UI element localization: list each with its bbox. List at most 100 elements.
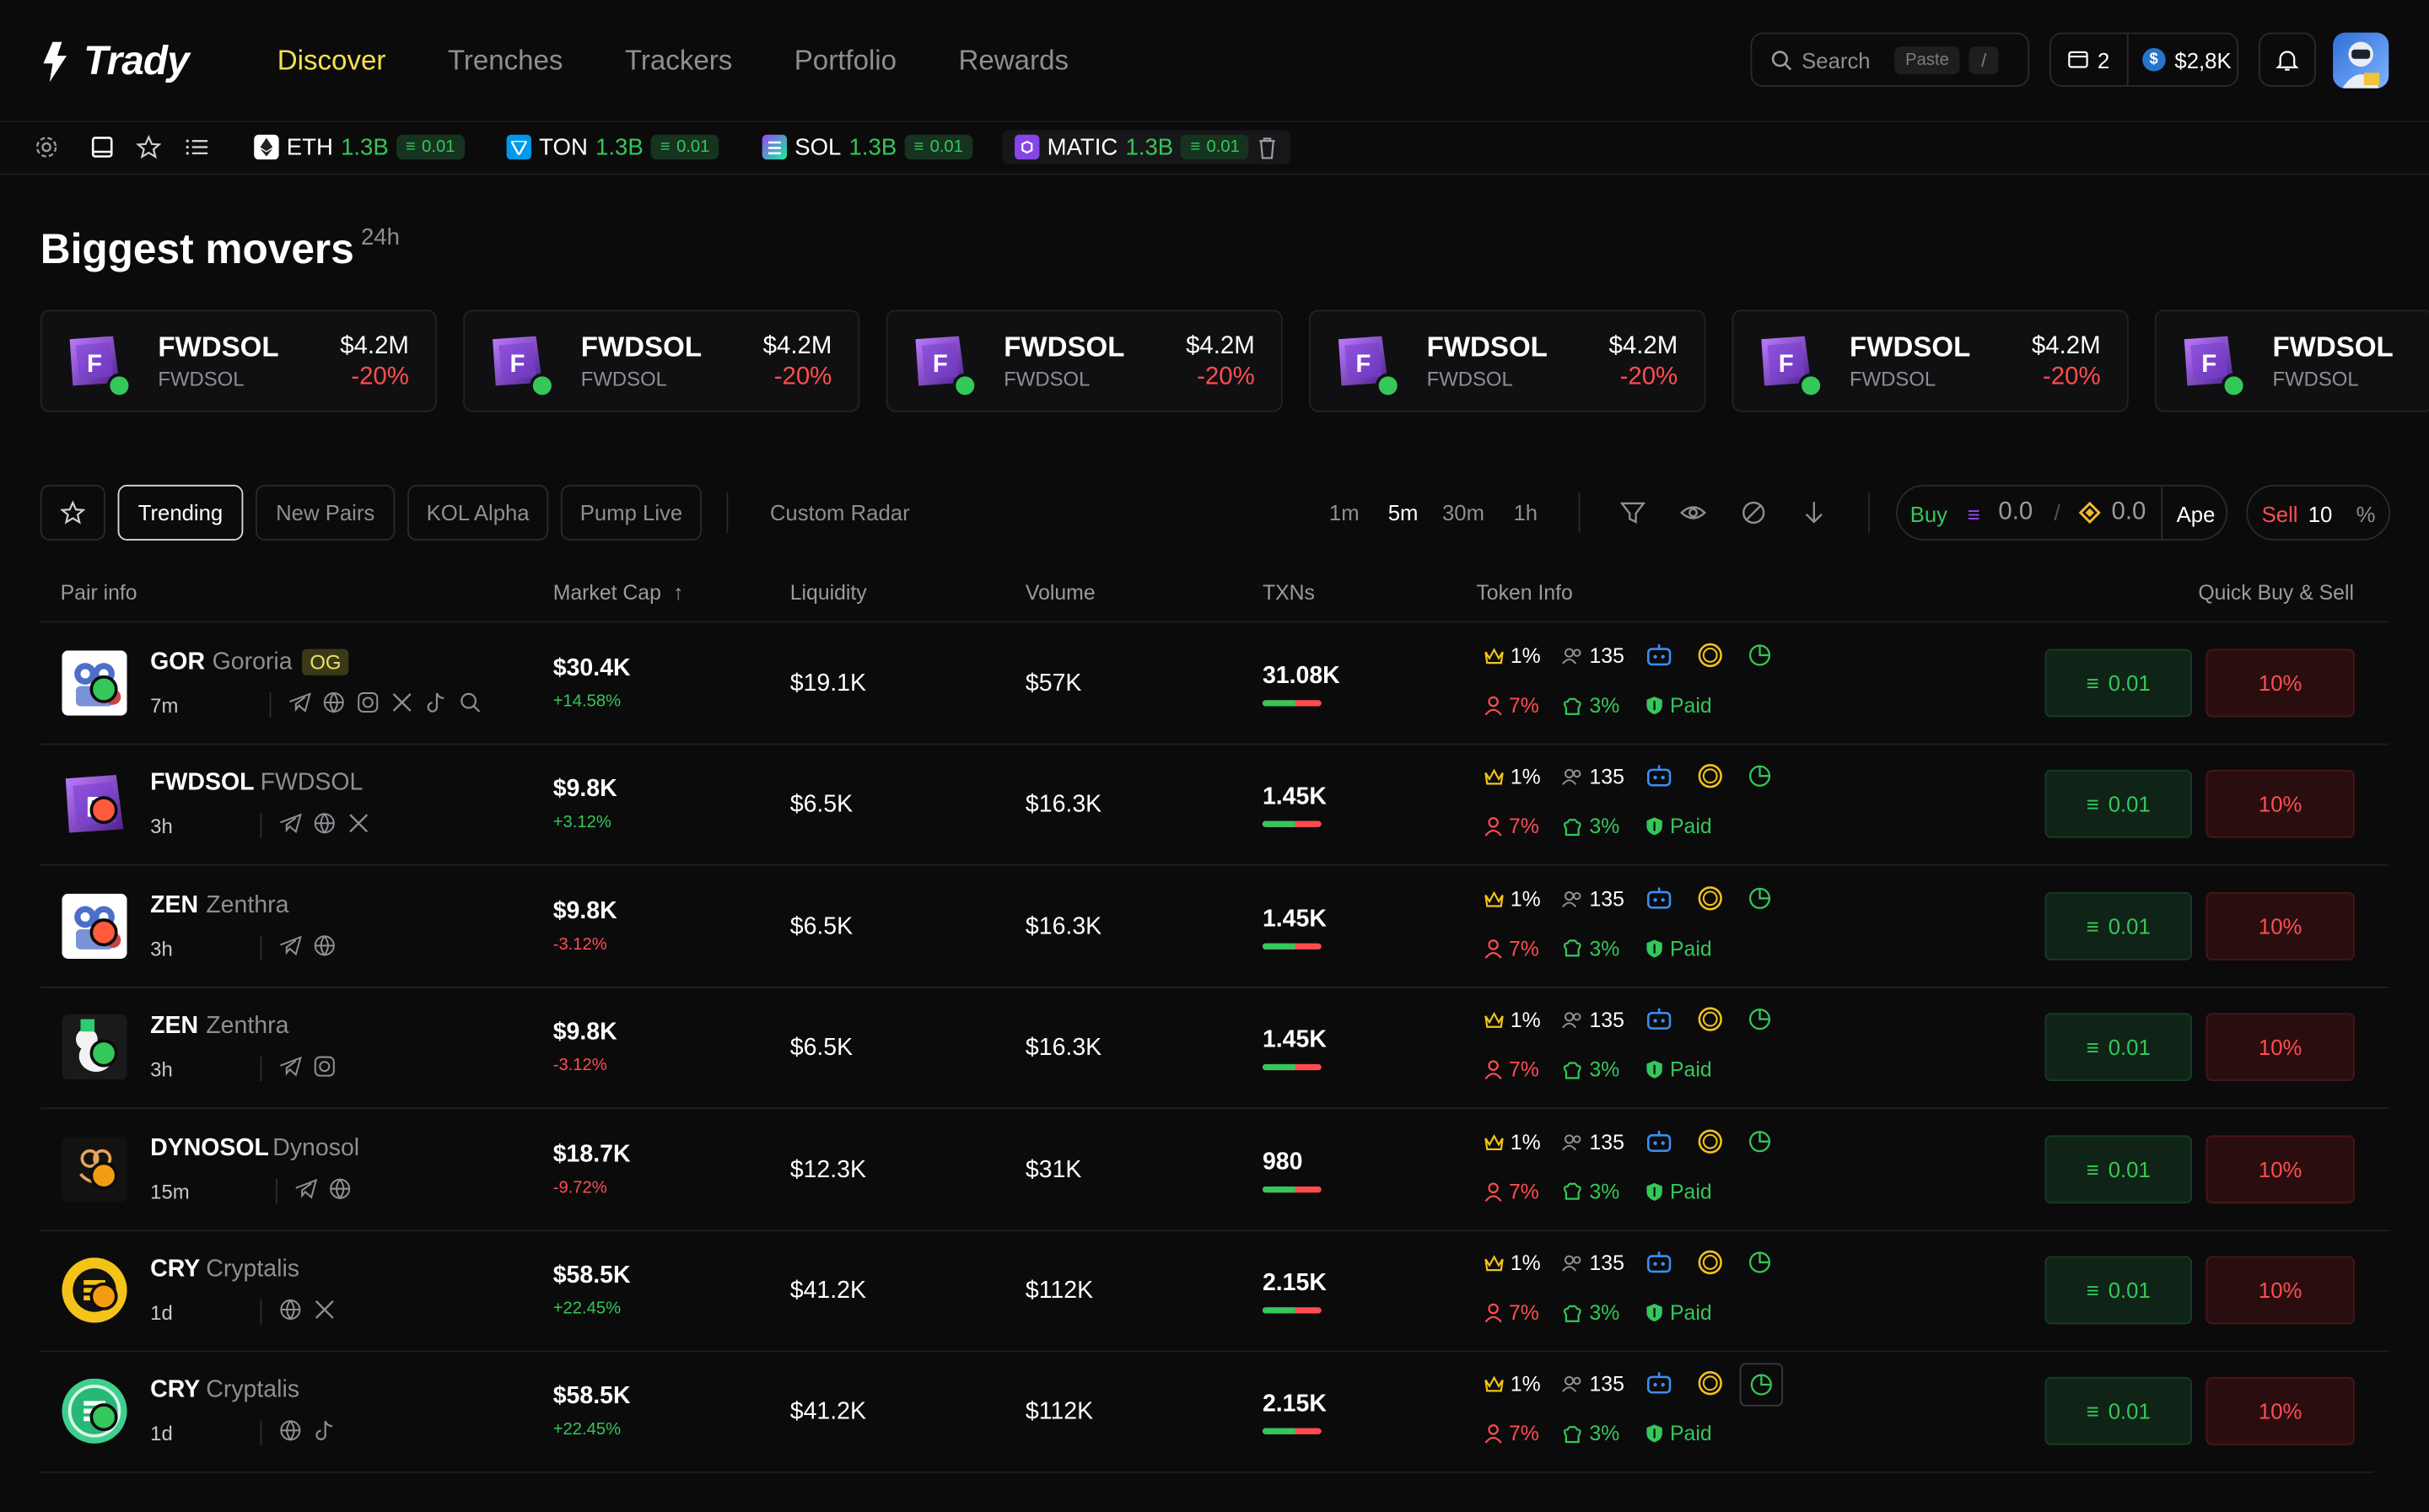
buy-sol-input[interactable]: 0.0: [1998, 498, 2033, 526]
filter-icon[interactable]: [1618, 498, 1646, 526]
buy-bnb-input[interactable]: 0.0: [2111, 498, 2146, 526]
dollar-icon[interactable]: [1696, 1127, 1724, 1154]
chart-button[interactable]: [1746, 884, 1774, 912]
star-icon[interactable]: [136, 134, 162, 159]
sell-value-input[interactable]: 10: [2308, 502, 2333, 526]
chart-button[interactable]: [1746, 1127, 1774, 1154]
tab-pump-live[interactable]: Pump Live: [560, 484, 703, 541]
tiktok-icon[interactable]: [424, 691, 448, 714]
globe-icon[interactable]: [279, 1298, 303, 1321]
nav-discover[interactable]: Discover: [277, 45, 386, 78]
bot-icon[interactable]: [1645, 762, 1673, 790]
trash-icon[interactable]: [1257, 136, 1279, 159]
chain-amount[interactable]: ≡ 0.01: [904, 134, 972, 160]
chain-chip-sol[interactable]: SOL 1.3B ≡ 0.01: [762, 130, 972, 164]
avatar[interactable]: [2333, 32, 2389, 89]
telegram-icon[interactable]: [294, 1176, 318, 1200]
instagram-icon[interactable]: [313, 1055, 337, 1079]
bot-icon[interactable]: [1645, 884, 1673, 912]
wallet-summary[interactable]: 2 $ $2,8K: [2049, 32, 2239, 87]
arrow-down-icon[interactable]: [1800, 498, 1828, 526]
quick-sell-button[interactable]: 10%: [2205, 1377, 2355, 1446]
quick-sell-button[interactable]: 10%: [2205, 1134, 2355, 1203]
mover-card[interactable]: F FWDSOL FWDSOL $4.2M -20%: [1309, 309, 1706, 412]
globe-icon[interactable]: [279, 1419, 303, 1443]
block-icon[interactable]: [1740, 498, 1768, 526]
chart-button[interactable]: [1746, 1005, 1774, 1033]
mover-card[interactable]: F FWDSOL FWDSOL $4.2M -20%: [886, 309, 1283, 412]
notifications-button[interactable]: [2258, 32, 2316, 87]
globe-icon[interactable]: [313, 934, 337, 957]
dollar-icon[interactable]: [1696, 884, 1724, 912]
nav-trenches[interactable]: Trenches: [448, 45, 563, 78]
quick-sell-button[interactable]: 10%: [2205, 1256, 2355, 1325]
instagram-icon[interactable]: [356, 691, 380, 714]
timeframe-5m[interactable]: 5m: [1388, 500, 1419, 525]
x-icon[interactable]: [347, 812, 370, 836]
mover-card[interactable]: F FWDSOL FWDSOL $4.2M -20%: [463, 309, 860, 412]
col-market-cap[interactable]: Market Cap ↑: [553, 581, 684, 605]
wallet-count[interactable]: 2: [2051, 34, 2129, 86]
nav-rewards[interactable]: Rewards: [959, 45, 1069, 78]
quick-sell-button[interactable]: 10%: [2205, 770, 2355, 839]
telegram-icon[interactable]: [279, 934, 303, 957]
chain-amount[interactable]: ≡ 0.01: [396, 134, 465, 160]
table-row[interactable]: CRY Cryptalis 1d $58.5K +22.45% $41.2K $112K 2.…: [40, 1230, 2389, 1350]
tab-custom-radar[interactable]: Custom Radar: [770, 500, 910, 525]
table-row[interactable]: FFWDSOLFWDSOL3h$9.8K+3.12%$6.5K$16.3K1.4…: [40, 744, 2389, 864]
mover-card[interactable]: F FWDSOL FWDSOL $4.2M -20%: [1732, 309, 2129, 412]
table-row[interactable]: ZEN Zenthra 3h $9.8K -3.12% $6.5K $16.3K 1.45K 1…: [40, 987, 2389, 1107]
search-input[interactable]: Search Paste /: [1750, 32, 2030, 87]
globe-icon[interactable]: [313, 812, 337, 836]
mover-card[interactable]: F FWDSOL FWDSOL $4.2M -20%: [40, 309, 437, 412]
table-row[interactable]: GOR Gororia OG 7m $30.4K +14.58% $19.1K $57K 31.…: [40, 622, 2389, 743]
quick-buy-button[interactable]: ≡ 0.01: [2044, 891, 2192, 960]
chain-amount[interactable]: ≡ 0.01: [650, 134, 719, 160]
chart-button[interactable]: [1746, 762, 1774, 790]
table-row[interactable]: DYNOSOL Dynosol 15m $18.7K -9.72% $12.3K $31K 9…: [40, 1108, 2389, 1229]
x-icon[interactable]: [390, 691, 414, 714]
dollar-icon[interactable]: [1696, 1248, 1724, 1276]
nav-portfolio[interactable]: Portfolio: [794, 45, 897, 78]
dollar-icon[interactable]: [1696, 762, 1724, 790]
quick-buy-button[interactable]: ≡ 0.01: [2044, 1134, 2192, 1203]
quick-buy-button[interactable]: ≡ 0.01: [2044, 648, 2192, 718]
dollar-icon[interactable]: [1696, 1005, 1724, 1033]
chart-button[interactable]: [1746, 1248, 1774, 1276]
bot-icon[interactable]: [1645, 1248, 1673, 1276]
telegram-icon[interactable]: [288, 691, 312, 714]
globe-icon[interactable]: [328, 1176, 352, 1200]
list-icon[interactable]: [185, 135, 209, 159]
quick-buy-button[interactable]: ≡ 0.01: [2044, 1256, 2192, 1325]
quick-buy-settings[interactable]: Buy ≡ 0.0 / 0.0 Ape: [1896, 484, 2228, 541]
telegram-icon[interactable]: [279, 812, 303, 836]
chain-chip-ton[interactable]: TON 1.3B ≡ 0.01: [506, 130, 719, 164]
search-icon[interactable]: [459, 691, 482, 714]
quick-buy-button[interactable]: ≡ 0.01: [2044, 1013, 2192, 1082]
settings-icon[interactable]: [34, 135, 58, 159]
eye-icon[interactable]: [1679, 498, 1707, 526]
nav-trackers[interactable]: Trackers: [625, 45, 732, 78]
bot-icon[interactable]: [1645, 1005, 1673, 1033]
tab-trending[interactable]: Trending: [117, 484, 244, 541]
bot-icon[interactable]: [1645, 641, 1673, 669]
dollar-icon[interactable]: [1696, 1369, 1724, 1397]
table-row[interactable]: CRY Cryptalis 1d $58.5K +22.45% $41.2K $112K 2.…: [40, 1351, 2389, 1472]
chart-button[interactable]: [1739, 1364, 1784, 1407]
wallet-balance[interactable]: $ $2,8K: [2128, 47, 2245, 72]
dollar-icon[interactable]: [1696, 641, 1724, 669]
bot-icon[interactable]: [1645, 1127, 1673, 1154]
tab-kol-alpha[interactable]: KOL Alpha: [407, 484, 549, 541]
mover-card[interactable]: F FWDSOL FWDSOL: [2154, 309, 2429, 412]
table-row[interactable]: ZEN Zenthra 3h $9.8K -3.12% $6.5K $16.3K 1.45K 1…: [40, 865, 2389, 986]
globe-icon[interactable]: [322, 691, 346, 714]
chain-amount[interactable]: ≡ 0.01: [1181, 134, 1249, 160]
chain-chip-matic[interactable]: MATIC 1.3B ≡ 0.01: [1002, 130, 1291, 164]
timeframe-1h[interactable]: 1h: [1513, 500, 1538, 525]
chain-chip-eth[interactable]: ETH 1.3B ≡ 0.01: [254, 130, 465, 164]
layout-icon[interactable]: [90, 135, 115, 159]
quick-sell-button[interactable]: 10%: [2205, 891, 2355, 960]
bot-icon[interactable]: [1645, 1369, 1673, 1397]
favorites-filter-button[interactable]: [40, 484, 105, 541]
tiktok-icon[interactable]: [313, 1419, 337, 1443]
